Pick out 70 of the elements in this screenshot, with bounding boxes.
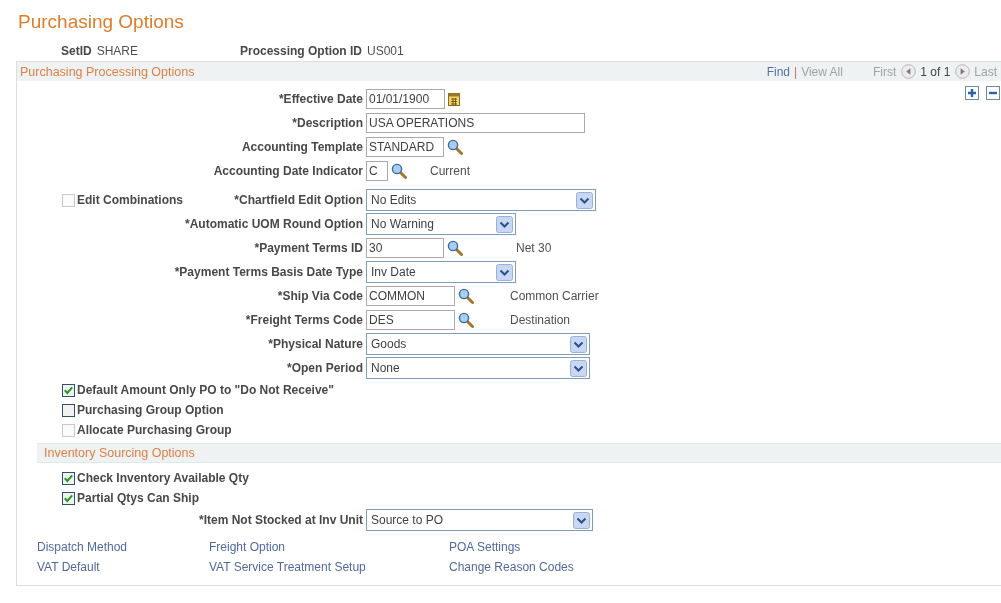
- page-link[interactable]: Change Reason Codes: [449, 560, 574, 574]
- date-field[interactable]: 01/01/1900: [366, 89, 445, 109]
- key-label: Processing Option ID: [240, 44, 362, 58]
- checkbox-label: Default Amount Only PO to "Do Not Receive": [77, 383, 334, 397]
- key-label: SetID: [61, 44, 92, 58]
- field-label: *Chartfield Edit Option: [234, 193, 363, 207]
- section-title: Purchasing Processing Options: [20, 64, 195, 79]
- search-icon[interactable]: [447, 139, 463, 155]
- page-link[interactable]: VAT Default: [37, 560, 100, 574]
- input-field[interactable]: 30: [366, 238, 444, 258]
- dropdown-field[interactable]: Goods: [366, 333, 590, 355]
- chevron-down-icon: [576, 191, 593, 209]
- field-label: *Freight Terms Code: [245, 313, 363, 327]
- field-label: *Description: [292, 116, 363, 130]
- plus-icon[interactable]: [965, 86, 979, 100]
- dropdown-field[interactable]: No Warning: [366, 213, 516, 235]
- checkbox-label: Allocate Purchasing Group: [77, 423, 232, 437]
- search-icon[interactable]: [391, 163, 407, 179]
- field-label: *Payment Terms ID: [254, 241, 363, 255]
- key-value: SHARE: [96, 44, 139, 58]
- search-icon[interactable]: [458, 288, 474, 304]
- field-label: Accounting Date Indicator: [213, 164, 363, 178]
- section-title: Inventory Sourcing Options: [44, 446, 195, 460]
- page-count: 1 of 1: [920, 64, 951, 79]
- field-label: *Physical Nature: [268, 337, 363, 351]
- input-field[interactable]: COMMON: [366, 286, 455, 306]
- key-value: US001: [367, 44, 404, 58]
- field-label: *Effective Date: [278, 92, 363, 106]
- find-link[interactable]: Find: [766, 64, 790, 79]
- chevron-down-icon: [496, 215, 513, 233]
- field-label: Accounting Template: [241, 140, 363, 154]
- page-link[interactable]: VAT Service Treatment Setup: [209, 560, 366, 574]
- minus-icon[interactable]: [986, 86, 1000, 100]
- field-label: *Automatic UOM Round Option: [185, 217, 363, 231]
- checkbox-label: Check Inventory Available Qty: [77, 471, 249, 485]
- chevron-down-icon: [496, 263, 513, 281]
- nav-separator: |: [794, 64, 798, 79]
- page-link[interactable]: Freight Option: [209, 540, 286, 554]
- page-title: Purchasing Options: [18, 11, 184, 33]
- calendar-icon[interactable]: [448, 92, 460, 106]
- checkbox[interactable]: [62, 383, 75, 397]
- input-field[interactable]: USA OPERATIONS: [366, 113, 585, 133]
- dropdown-field[interactable]: None: [366, 357, 590, 379]
- search-icon[interactable]: [447, 240, 463, 256]
- field-description: Net 30: [516, 241, 552, 255]
- field-description: Current: [430, 164, 470, 178]
- checkbox-label: Purchasing Group Option: [77, 403, 224, 417]
- field-label: *Open Period: [287, 361, 363, 375]
- chevron-down-icon: [573, 511, 590, 529]
- checkbox[interactable]: [62, 491, 75, 505]
- field-description: Common Carrier: [510, 289, 599, 303]
- field-label: *Item Not Stocked at Inv Unit: [198, 513, 363, 527]
- input-field[interactable]: STANDARD: [366, 137, 444, 157]
- field-label: *Ship Via Code: [277, 289, 363, 303]
- checkbox-label: Edit Combinations: [77, 193, 183, 207]
- dropdown-field[interactable]: No Edits: [366, 189, 596, 211]
- input-field[interactable]: C: [366, 161, 388, 181]
- page-link[interactable]: Dispatch Method: [37, 540, 128, 554]
- dropdown-field[interactable]: Inv Date: [366, 261, 516, 283]
- checkbox-label: Partial Qtys Can Ship: [77, 491, 200, 505]
- field-description: Destination: [510, 313, 571, 327]
- input-field[interactable]: DES: [366, 310, 455, 330]
- search-icon[interactable]: [458, 312, 474, 328]
- chevron-down-icon: [570, 335, 587, 353]
- checkbox[interactable]: [62, 403, 75, 417]
- field-label: *Payment Terms Basis Date Type: [174, 265, 363, 279]
- checkbox[interactable]: [62, 471, 75, 485]
- dropdown-field[interactable]: Source to PO: [366, 509, 593, 531]
- page-link[interactable]: POA Settings: [449, 540, 521, 554]
- chevron-down-icon: [570, 359, 587, 377]
